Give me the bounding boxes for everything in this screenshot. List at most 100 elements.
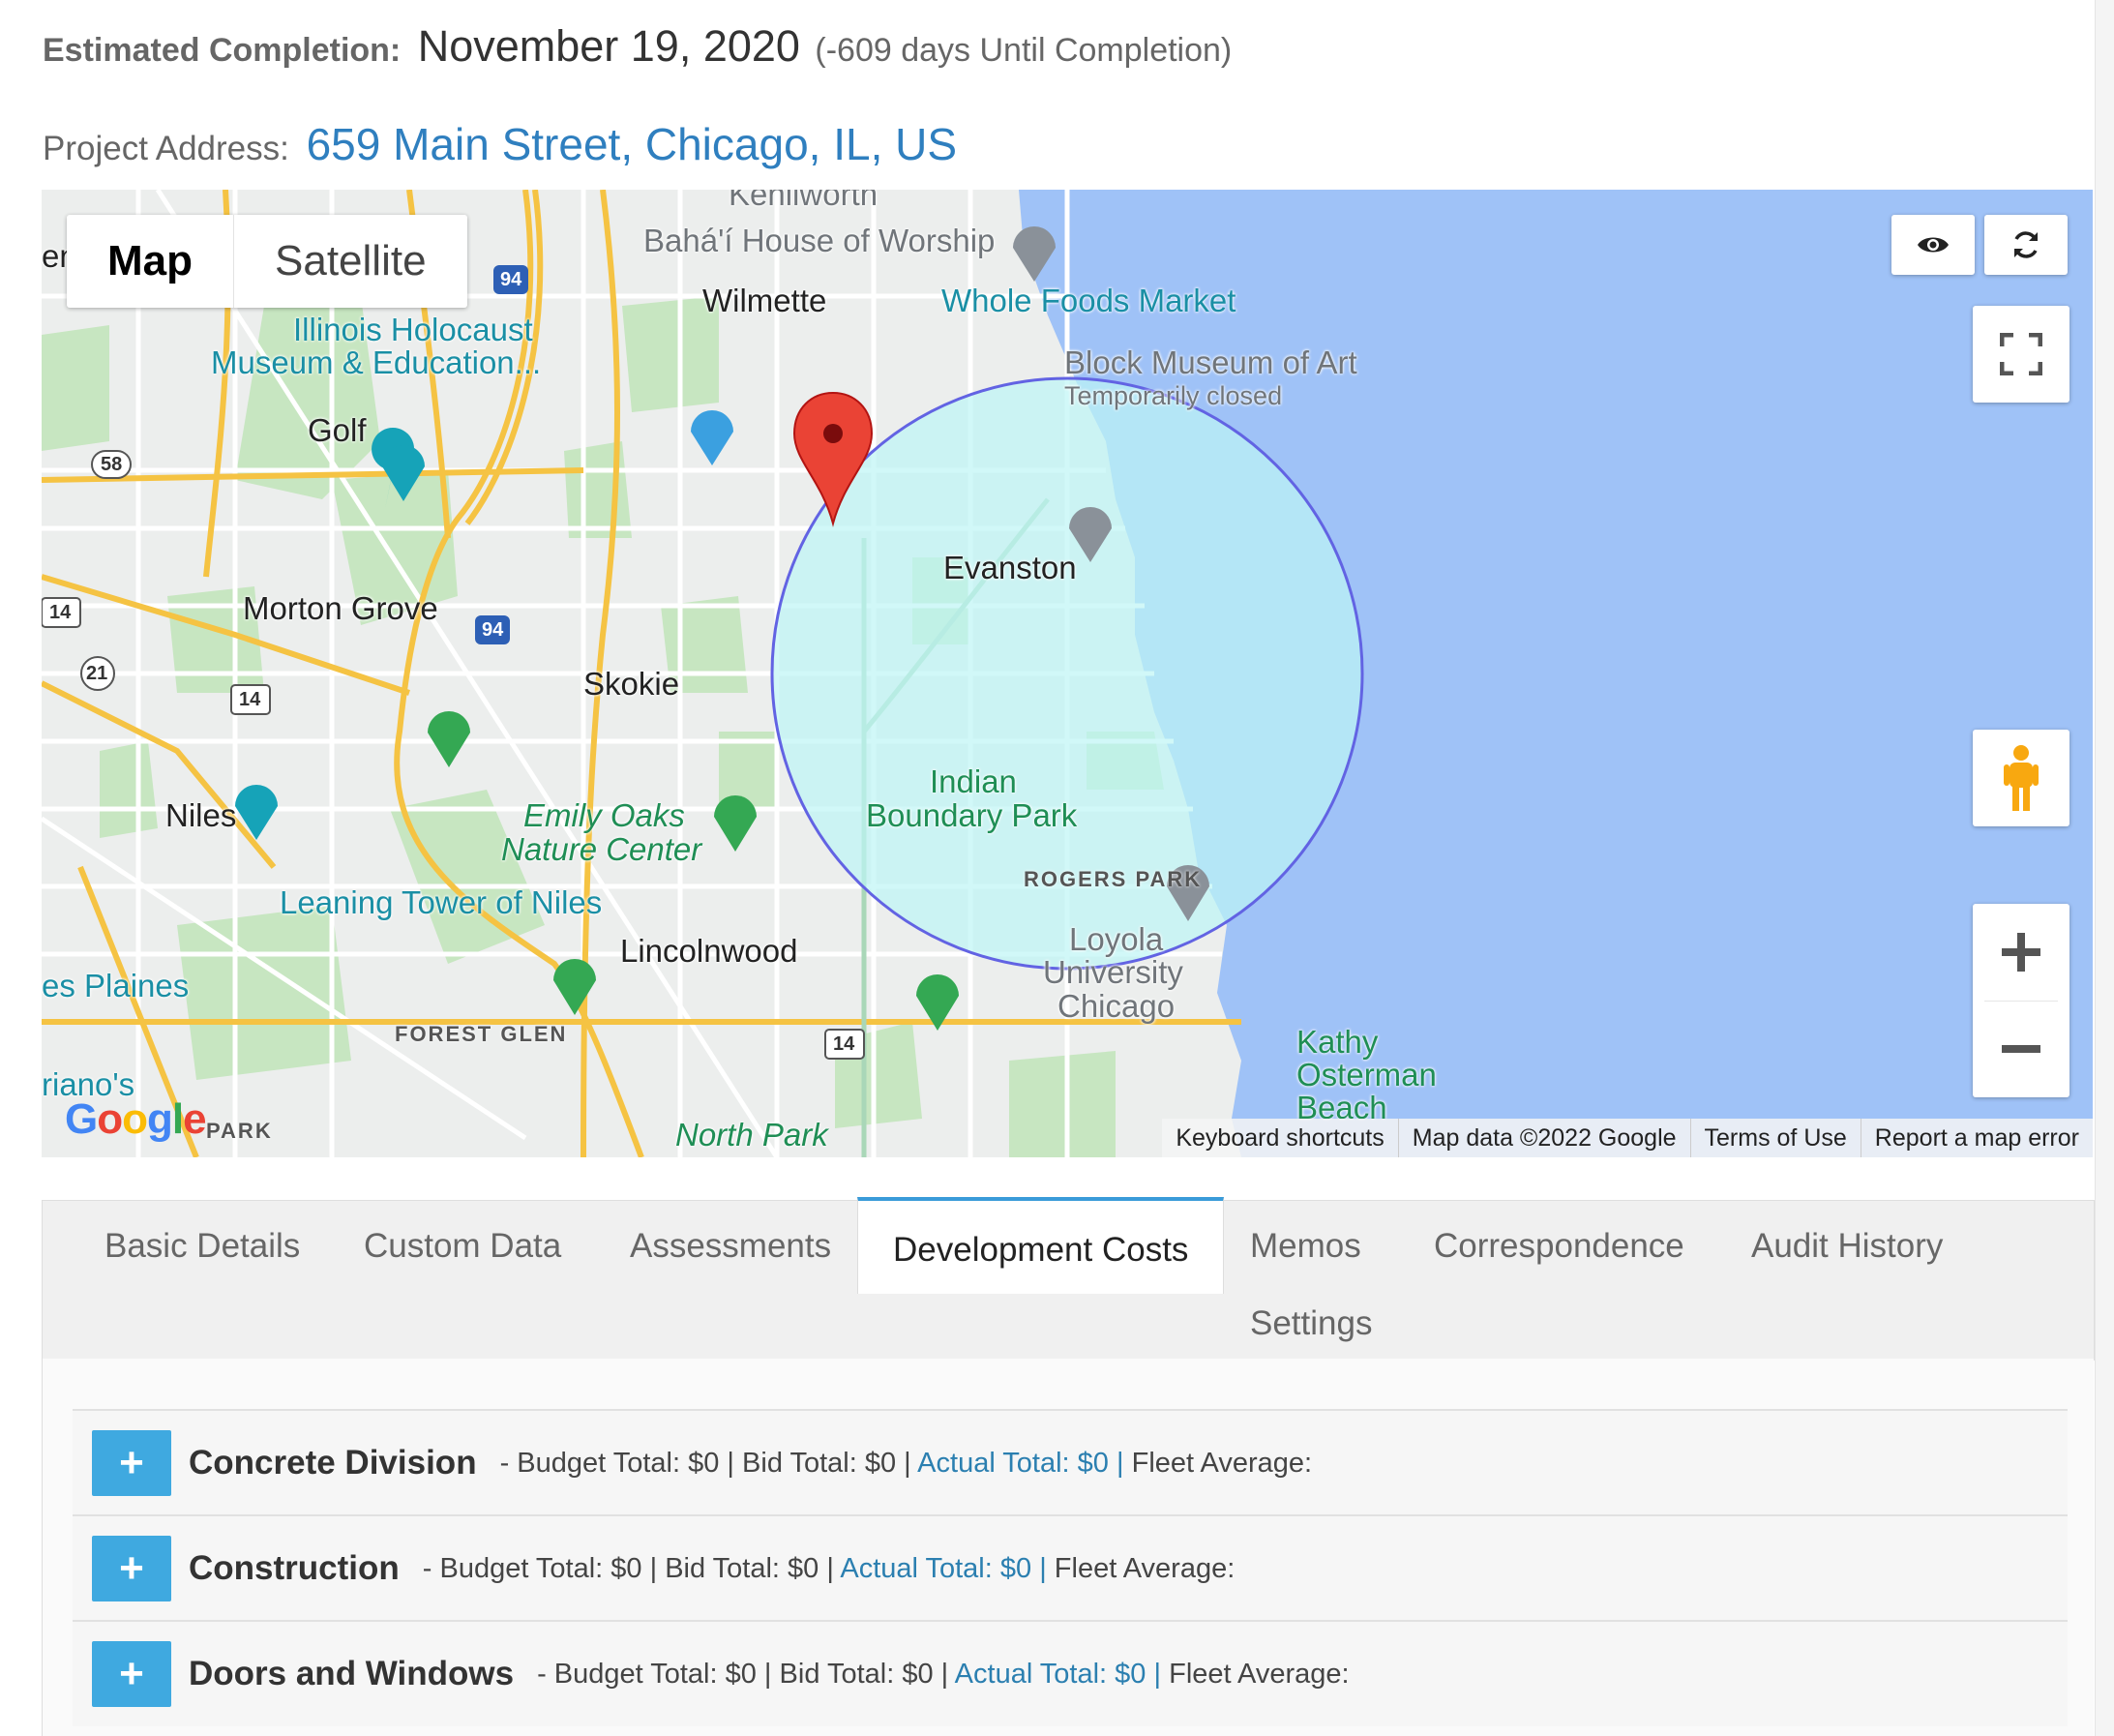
google-logo: Google [65, 1095, 207, 1143]
map-label-lincolnwood: Lincolnwood [620, 933, 798, 969]
plus-icon: + [119, 1544, 144, 1592]
toggle-visibility-button[interactable] [1891, 215, 1975, 275]
map-data-credit: Map data ©2022 Google [1397, 1119, 1690, 1157]
tab-settings[interactable]: Settings [1250, 1300, 1372, 1348]
bid-total: Bid Total: $0 [665, 1552, 819, 1584]
tab-correspondence[interactable]: Correspondence [1434, 1222, 1684, 1271]
map-label-holocaust-1: Illinois Holocaust [293, 312, 533, 347]
map-label-des-plaines: es Plaines [42, 968, 190, 1003]
fleet-average: Fleet Average: [1169, 1658, 1350, 1690]
estimated-completion-label: Estimated Completion: [43, 32, 402, 69]
project-address: Project Address: 659 Main Street, Chicag… [43, 118, 957, 170]
bid-total: Bid Total: $0 [779, 1658, 934, 1690]
actual-total-link[interactable]: Actual Total: $0 [955, 1659, 1146, 1690]
tab-basic-details[interactable]: Basic Details [104, 1222, 300, 1271]
route-94-shield-south: 94 [482, 619, 504, 641]
fleet-average: Fleet Average: [1131, 1447, 1313, 1479]
plus-icon: + [119, 1650, 144, 1697]
tab-assessments[interactable]: Assessments [630, 1222, 831, 1271]
map-attribution-bar: Keyboard shortcuts Map data ©2022 Google… [1162, 1119, 2093, 1157]
fullscreen-button[interactable] [1973, 306, 2069, 403]
tab-custom-data[interactable]: Custom Data [364, 1222, 561, 1271]
tab-audit-history[interactable]: Audit History [1751, 1222, 1943, 1271]
fleet-average: Fleet Average: [1054, 1552, 1236, 1584]
refresh-icon [2014, 231, 2038, 258]
map-label-skokie: Skokie [583, 666, 680, 702]
division-summary: - Budget Total: $0 | Bid Total: $0 | Act… [422, 1552, 1236, 1584]
zoom-in-button[interactable] [1973, 904, 2069, 1001]
map-label-kenilworth: Kenilworth [729, 190, 878, 212]
map-label-temporarily-closed: Temporarily closed [1064, 381, 1283, 410]
report-map-error-link[interactable]: Report a map error [1860, 1119, 2093, 1157]
division-row: + Construction - Budget Total: $0 | Bid … [73, 1514, 2068, 1621]
route-14-shield-west: 14 [49, 602, 72, 623]
route-14-shield-mid: 14 [239, 689, 261, 710]
expand-division-button[interactable]: + [92, 1641, 171, 1707]
map-label-boundary-park: Boundary Park [866, 797, 1078, 833]
street-view-pegman-button[interactable] [1973, 730, 2069, 826]
map-label-university: University [1043, 954, 1183, 990]
map-label-rogers-park: ROGERS PARK [1024, 867, 1203, 891]
map-label-morton-grove: Morton Grove [243, 590, 438, 626]
refresh-map-button[interactable] [1984, 215, 2068, 275]
plus-icon: + [119, 1439, 144, 1486]
map-label-wilmette: Wilmette [702, 283, 827, 318]
route-58-shield: 58 [101, 454, 123, 475]
budget-total: - Budget Total: $0 [537, 1658, 757, 1690]
project-address-label: Project Address: [43, 130, 289, 167]
division-summary: - Budget Total: $0 | Bid Total: $0 | Act… [499, 1447, 1313, 1479]
development-costs-panel: + Concrete Division - Budget Total: $0 |… [42, 1359, 2094, 1736]
zoom-control [1973, 904, 2069, 1097]
map-type-map-button[interactable]: Map [67, 215, 234, 308]
estimated-completion-date: November 19, 2020 [417, 21, 800, 71]
zoom-out-button[interactable] [1973, 1001, 2069, 1097]
map-type-satellite-button[interactable]: Satellite [234, 215, 467, 308]
expand-division-button[interactable]: + [92, 1430, 171, 1496]
route-94-shield-north: 94 [500, 269, 522, 290]
bid-total: Bid Total: $0 [742, 1447, 897, 1479]
map-label-chicago: Chicago [1057, 988, 1176, 1024]
map-label-north-park: North Park [675, 1117, 828, 1152]
budget-total: - Budget Total: $0 [499, 1447, 720, 1479]
plus-icon [2002, 933, 2040, 972]
days-until-completion: (-609 days Until Completion) [815, 32, 1233, 69]
map-label-bahai: Bahá'í House of Worship [643, 223, 996, 258]
map-label-indian: Indian [930, 763, 1017, 799]
minus-icon [2002, 1045, 2040, 1053]
actual-total-link[interactable]: Actual Total: $0 [840, 1553, 1031, 1584]
keyboard-shortcuts-link[interactable]: Keyboard shortcuts [1162, 1119, 1397, 1157]
division-name: Concrete Division [189, 1444, 477, 1482]
detail-tabs: Basic Details Custom Data Assessments De… [42, 1197, 2095, 1361]
fullscreen-icon [2000, 333, 2042, 375]
map-type-control: Map Satellite [67, 215, 467, 308]
route-21-shield: 21 [86, 663, 108, 684]
division-name: Doors and Windows [189, 1655, 515, 1692]
map-label-park: PARK [206, 1119, 273, 1143]
map-label-loyola: Loyola [1069, 921, 1164, 957]
zoom-divider [1984, 1001, 2058, 1002]
division-summary: - Budget Total: $0 | Bid Total: $0 | Act… [537, 1658, 1350, 1690]
tab-memos[interactable]: Memos [1250, 1222, 1361, 1271]
map[interactable]: Kenilworth Bahá'í House of Worship Wilme… [42, 190, 2093, 1157]
project-address-link[interactable]: 659 Main Street, Chicago, IL, US [307, 119, 957, 169]
expand-division-button[interactable]: + [92, 1536, 171, 1601]
budget-total: - Budget Total: $0 [422, 1552, 642, 1584]
actual-total-link[interactable]: Actual Total: $0 [917, 1448, 1109, 1479]
map-label-holocaust-2: Museum & Education... [211, 344, 542, 380]
pegman-icon [2004, 745, 2039, 811]
estimated-completion: Estimated Completion: November 19, 2020 … [43, 21, 1232, 72]
map-label-golf: Golf [308, 412, 367, 448]
tab-development-costs[interactable]: Development Costs [857, 1197, 1225, 1294]
map-label-forest-glen: FOREST GLEN [395, 1022, 568, 1046]
map-label-osterman: Osterman [1296, 1057, 1437, 1092]
terms-of-use-link[interactable]: Terms of Use [1689, 1119, 1861, 1157]
map-label-niles: Niles [165, 797, 237, 833]
division-name: Construction [189, 1549, 400, 1587]
page: Estimated Completion: November 19, 2020 … [0, 0, 2096, 1736]
division-row: + Concrete Division - Budget Total: $0 |… [73, 1409, 2068, 1515]
division-row: + Doors and Windows - Budget Total: $0 |… [73, 1620, 2068, 1726]
map-label-kathy: Kathy [1296, 1024, 1379, 1060]
map-label-block-museum: Block Museum of Art [1064, 344, 1357, 380]
map-label-leaning-tower: Leaning Tower of Niles [280, 884, 603, 920]
map-label-whole-foods: Whole Foods Market [941, 283, 1236, 318]
